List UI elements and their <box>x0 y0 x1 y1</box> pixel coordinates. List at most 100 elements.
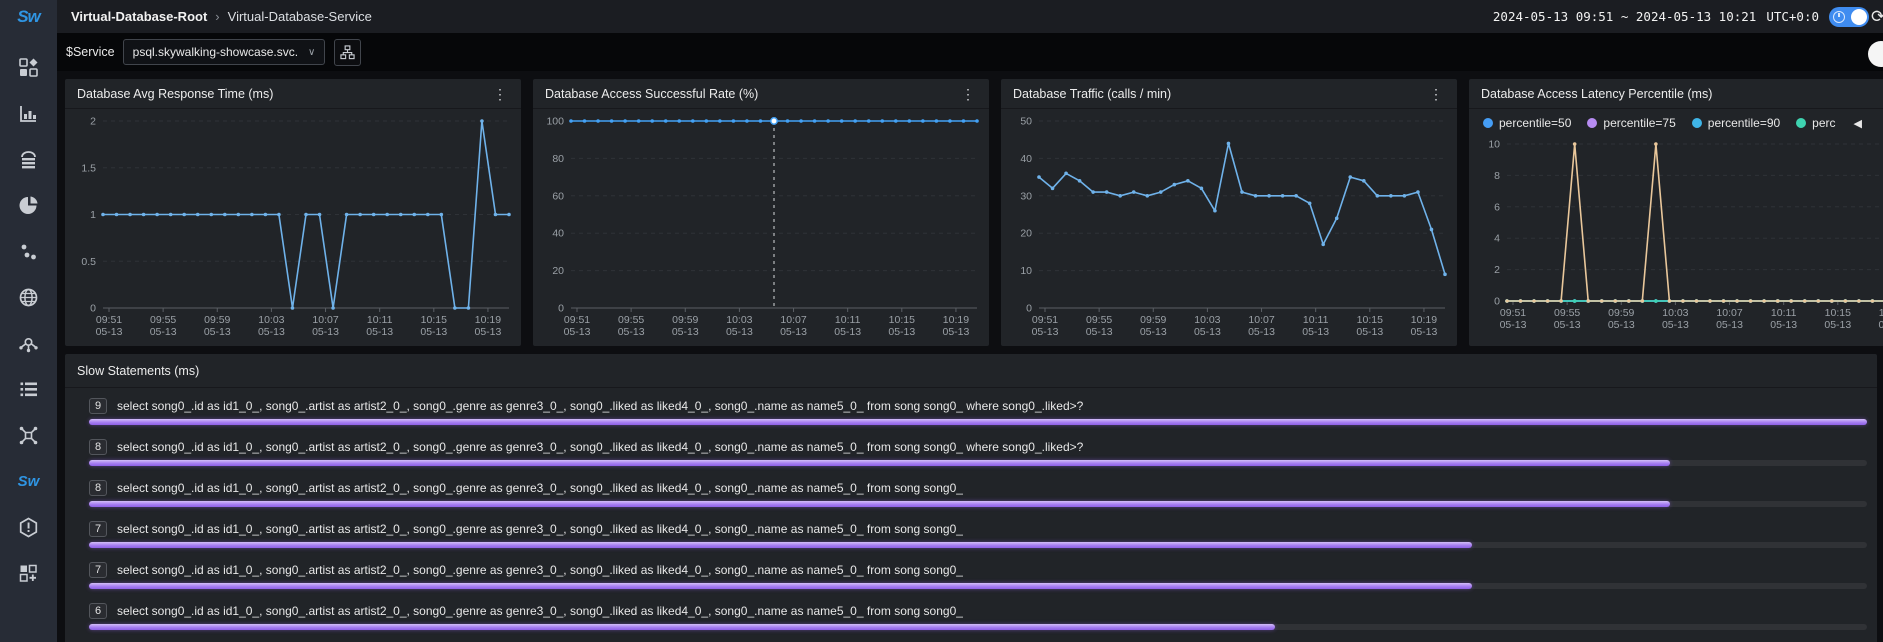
legend-item[interactable]: percentile=75 <box>1587 116 1675 130</box>
svg-text:10: 10 <box>1488 139 1500 151</box>
legend-item[interactable]: percentile=90 <box>1692 116 1780 130</box>
header-controls: 2024-05-13 09:51 ~ 2024-05-13 10:21 UTC+… <box>1493 7 1883 27</box>
svg-text:09:59: 09:59 <box>1608 307 1634 319</box>
grid-plus-icon <box>18 563 39 584</box>
chevron-down-icon: ∨ <box>308 47 315 58</box>
duration-badge: 9 <box>89 398 107 414</box>
service-select[interactable]: psql.skywalking-showcase.svc. ∨ <box>123 39 326 65</box>
globe-icon <box>18 287 39 308</box>
clock-icon <box>1833 11 1845 23</box>
sidebar-item-topology[interactable] <box>0 412 57 458</box>
alert-icon <box>18 517 39 538</box>
legend-dot-icon <box>1587 118 1597 128</box>
svg-text:09:51: 09:51 <box>564 314 590 326</box>
breadcrumb-current: Virtual-Database-Service <box>228 9 372 24</box>
svg-text:05-13: 05-13 <box>564 326 591 338</box>
panel-menu-button[interactable]: ⋮ <box>1427 89 1445 99</box>
svg-text:05-13: 05-13 <box>150 326 177 338</box>
topology-icon <box>18 425 39 446</box>
pie-chart-icon <box>18 195 39 216</box>
legend-item[interactable]: perc <box>1796 116 1835 130</box>
slow-statement-entry[interactable]: 7select song0_.id as id1_0_, song0_.arti… <box>89 562 1867 578</box>
slow-statement-entry[interactable]: 9select song0_.id as id1_0_, song0_.arti… <box>89 398 1867 414</box>
chart-canvas-traffic: 0102030405009:5105-1309:5505-1309:5905-1… <box>1001 109 1457 346</box>
slow-statement-row: 7select song0_.id as id1_0_, song0_.arti… <box>89 521 1867 548</box>
svg-text:10:07: 10:07 <box>1248 314 1274 326</box>
sidebar-item-dashboard[interactable] <box>0 44 57 90</box>
sidebar-item-grid-plus[interactable] <box>0 550 57 596</box>
panel-menu-button[interactable]: ⋮ <box>959 89 977 99</box>
svg-text:80: 80 <box>552 153 564 165</box>
duration-bar-track <box>89 460 1867 466</box>
help-button[interactable] <box>1868 41 1883 67</box>
svg-text:05-13: 05-13 <box>1086 326 1113 338</box>
slow-statements-list: 9 select song0_.id as id1_0_, song0_.arti… <box>65 388 1877 642</box>
svg-text:09:55: 09:55 <box>1554 307 1580 319</box>
sidebar-item-database[interactable] <box>0 136 57 182</box>
sidebar-item-pie-chart[interactable] <box>0 182 57 228</box>
svg-text:05-13: 05-13 <box>204 326 231 338</box>
panel-menu-button[interactable]: ⋮ <box>491 89 509 99</box>
auto-time-toggle[interactable] <box>1829 7 1869 27</box>
svg-text:30: 30 <box>1020 190 1032 202</box>
toggle-knob <box>1851 9 1867 25</box>
duration-bar <box>89 501 1670 507</box>
svg-text:10:15: 10:15 <box>1357 314 1383 326</box>
svg-text:05-13: 05-13 <box>888 326 915 338</box>
sidebar-item-list[interactable] <box>0 366 57 412</box>
dashboard-icon <box>18 57 39 78</box>
legend-item[interactable]: percentile=50 <box>1483 116 1571 130</box>
svg-text:2: 2 <box>90 116 96 128</box>
svg-text:60: 60 <box>552 190 564 202</box>
slow-statement-row: 9select song0_.id as id1_0_, song0_.arti… <box>89 398 1867 425</box>
svg-text:05-13: 05-13 <box>1194 326 1221 338</box>
svg-text:05-13: 05-13 <box>1554 319 1581 331</box>
slow-statement-entry[interactable]: 7select song0_.id as id1_0_, song0_.arti… <box>89 521 1867 537</box>
svg-text:10:03: 10:03 <box>1662 307 1688 319</box>
duration-bar-track <box>89 624 1867 630</box>
sidebar-item-alert[interactable] <box>0 504 57 550</box>
breadcrumb: Virtual-Database-Root › Virtual-Database… <box>71 9 372 24</box>
time-range-label[interactable]: 2024-05-13 09:51 ~ 2024-05-13 10:21 <box>1493 9 1756 24</box>
sidebar-item-scatter[interactable] <box>0 228 57 274</box>
svg-text:8: 8 <box>1494 170 1500 182</box>
legend-prev-icon[interactable]: ◀ <box>1854 117 1862 130</box>
legend-label: percentile=90 <box>1708 116 1780 130</box>
scatter-icon <box>18 241 39 262</box>
slow-statement-entry[interactable]: 6select song0_.id as id1_0_, song0_.arti… <box>89 603 1867 619</box>
breadcrumb-root[interactable]: Virtual-Database-Root <box>71 9 207 24</box>
svg-text:09:51: 09:51 <box>1500 307 1526 319</box>
slow-statement-row: 7select song0_.id as id1_0_, song0_.arti… <box>89 562 1867 589</box>
svg-text:05-13: 05-13 <box>96 326 123 338</box>
panel-latency-percentile: Database Access Latency Percentile (ms) … <box>1469 79 1883 346</box>
panel-avg-response-time: Database Avg Response Time (ms) ⋮ 00.511… <box>65 79 521 346</box>
svg-text:0: 0 <box>558 303 564 315</box>
svg-text:0: 0 <box>1494 296 1500 308</box>
svg-text:05-13: 05-13 <box>672 326 699 338</box>
slow-statement-row: 6select song0_.id as id1_0_, song0_.arti… <box>89 603 1867 630</box>
duration-badge: 7 <box>89 562 107 578</box>
refresh-icon[interactable]: ⟳ <box>1871 7 1883 27</box>
service-hierarchy-button[interactable] <box>334 39 361 66</box>
sidebar-item-skywalking[interactable]: Sw <box>0 458 57 504</box>
slow-statement-entry[interactable]: 8select song0_.id as id1_0_, song0_.arti… <box>89 480 1867 496</box>
svg-text:05-13: 05-13 <box>1879 319 1883 331</box>
skywalking-logo-icon: Sw <box>17 7 40 27</box>
list-icon <box>18 379 39 400</box>
sql-text: select song0_.id as id1_0_, song0_.artis… <box>117 522 963 536</box>
chart-canvas-avg-response-time: 00.511.5209:5105-1309:5505-1309:5905-131… <box>65 109 521 346</box>
app-logo[interactable]: Sw <box>0 0 57 33</box>
svg-text:09:55: 09:55 <box>1086 314 1112 326</box>
sidebar-item-bar-chart[interactable] <box>0 90 57 136</box>
slow-statement-entry[interactable]: 8select song0_.id as id1_0_, song0_.arti… <box>89 439 1867 455</box>
mesh-icon <box>18 333 39 354</box>
svg-text:09:55: 09:55 <box>150 314 176 326</box>
svg-text:05-13: 05-13 <box>1662 319 1689 331</box>
sidebar-item-globe[interactable] <box>0 274 57 320</box>
sidebar-item-mesh[interactable] <box>0 320 57 366</box>
duration-bar <box>89 583 1472 589</box>
svg-text:10:11: 10:11 <box>835 314 861 326</box>
slow-statement-row: 8select song0_.id as id1_0_, song0_.arti… <box>89 480 1867 507</box>
sidebar: Sw <box>0 0 57 642</box>
skywalking-icon: Sw <box>18 473 40 490</box>
